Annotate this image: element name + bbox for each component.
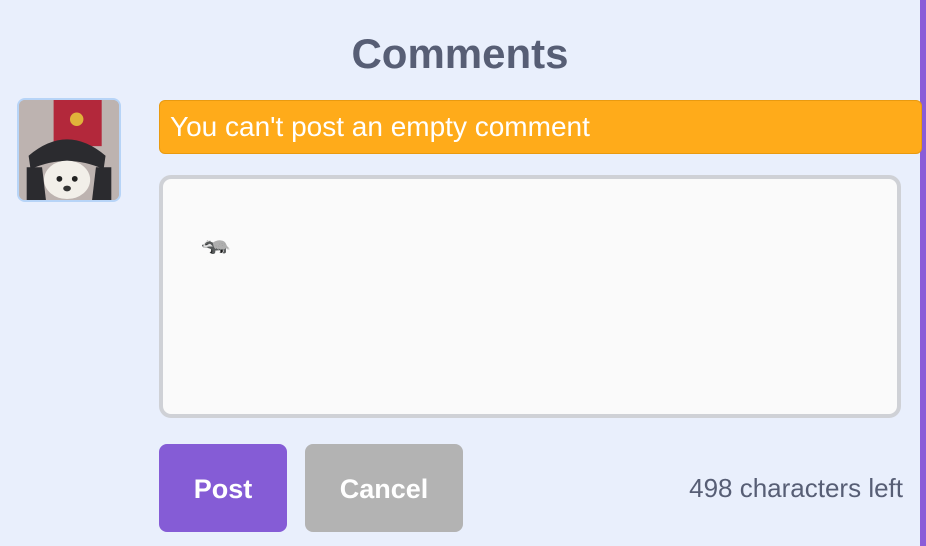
comment-input-value: 🦡	[201, 229, 231, 256]
page-title: Comments	[351, 30, 569, 78]
avatar-photo-icon	[19, 100, 119, 200]
characters-left: 498 characters left	[689, 473, 903, 503]
error-banner: You can't post an empty comment	[159, 100, 922, 154]
avatar	[17, 98, 121, 202]
cancel-button[interactable]: Cancel	[305, 444, 463, 532]
page-edge-accent	[920, 0, 926, 546]
post-button[interactable]: Post	[159, 444, 287, 532]
comment-input[interactable]: 🦡	[159, 175, 901, 418]
